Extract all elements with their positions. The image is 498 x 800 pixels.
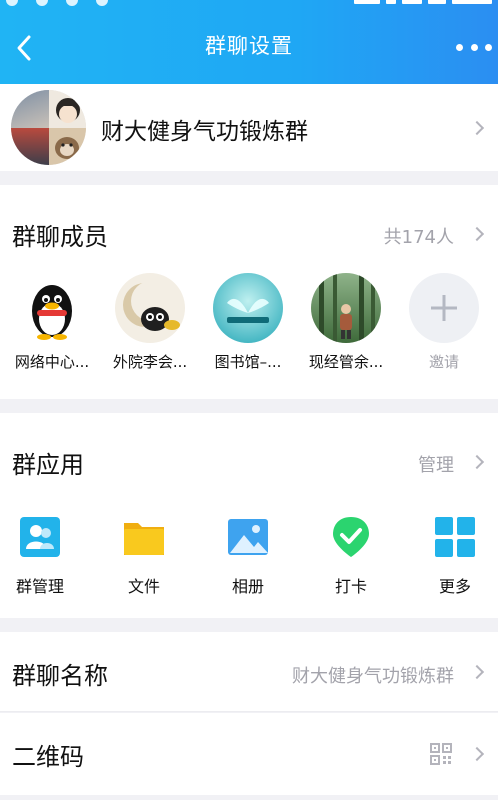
- forest-avatar: [311, 273, 381, 343]
- status-icon: [96, 0, 108, 6]
- top-bar: 群聊设置: [0, 0, 498, 84]
- add-member-icon: [409, 273, 479, 343]
- member-name: 现经管余...: [308, 353, 384, 371]
- app-label: 群管理: [15, 577, 64, 596]
- app-files[interactable]: 文件: [104, 515, 184, 597]
- section-title: 群聊成员: [12, 223, 108, 251]
- member-item[interactable]: 网络中心...: [4, 273, 100, 372]
- group-name-value: 财大健身气功锻炼群: [292, 666, 454, 687]
- app-label: 打卡: [334, 577, 367, 596]
- group-name-row[interactable]: 群聊名称 财大健身气功锻炼群: [0, 632, 498, 712]
- row-title: 群聊名称: [12, 662, 108, 690]
- check-in-icon: [329, 515, 373, 559]
- group-name: 财大健身气功锻炼群: [101, 119, 308, 145]
- chevron-right-icon: [469, 120, 485, 136]
- grid-more-icon: [433, 515, 477, 559]
- member-name: 网络中心...: [14, 353, 90, 371]
- status-icon: [36, 0, 48, 6]
- member-item[interactable]: 图书馆–...: [200, 273, 296, 372]
- photo-album-icon: [226, 515, 270, 559]
- members-section: 群聊成员 共174人 网络中心... 外院李会... 图书馆–... 现经管余.…: [0, 185, 498, 399]
- chevron-right-icon: [469, 664, 485, 680]
- qr-code-icon: [430, 743, 452, 769]
- chevron-right-icon[interactable]: [469, 454, 485, 470]
- status-indicators: [354, 0, 492, 6]
- row-title: 二维码: [12, 743, 84, 771]
- book-avatar: [213, 273, 283, 343]
- app-label: 更多: [438, 577, 471, 596]
- cat-moon-avatar: [115, 273, 185, 343]
- member-item[interactable]: 现经管余...: [298, 273, 394, 372]
- section-title: 群应用: [12, 451, 84, 479]
- page-title: 群聊设置: [205, 34, 293, 58]
- app-label: 相册: [231, 577, 264, 596]
- more-dot-icon: [485, 43, 492, 51]
- member-name: 图书馆–...: [214, 353, 282, 371]
- more-dot-icon: [470, 43, 478, 51]
- status-bar: [0, 0, 498, 8]
- folder-icon: [122, 515, 166, 559]
- qr-code-row[interactable]: 二维码: [0, 713, 498, 795]
- group-apps-section: 群应用 管理 群管理 文件 相册 打卡 更多: [0, 413, 498, 618]
- group-avatar: [11, 90, 86, 165]
- status-icon: [6, 0, 18, 6]
- app-album[interactable]: 相册: [208, 515, 288, 597]
- invite-label: 邀请: [428, 353, 459, 371]
- chevron-right-icon: [469, 746, 485, 762]
- more-options-button[interactable]: [456, 36, 492, 58]
- invite-button[interactable]: 邀请: [396, 273, 492, 372]
- group-profile-row[interactable]: 财大健身气功锻炼群: [0, 84, 498, 171]
- member-name: 外院李会...: [112, 353, 188, 371]
- member-item[interactable]: 外院李会...: [102, 273, 198, 372]
- app-label: 文件: [127, 577, 160, 596]
- manage-link[interactable]: 管理: [418, 451, 454, 477]
- app-more[interactable]: 更多: [415, 515, 495, 597]
- group-manage-icon: [18, 515, 62, 559]
- penguin-avatar: [17, 273, 87, 343]
- member-count[interactable]: 共174人: [384, 223, 454, 249]
- status-icon: [66, 0, 78, 6]
- chevron-right-icon[interactable]: [469, 226, 485, 242]
- app-check-in[interactable]: 打卡: [311, 515, 391, 597]
- app-group-manage[interactable]: 群管理: [0, 515, 80, 597]
- more-dot-icon: [456, 43, 463, 51]
